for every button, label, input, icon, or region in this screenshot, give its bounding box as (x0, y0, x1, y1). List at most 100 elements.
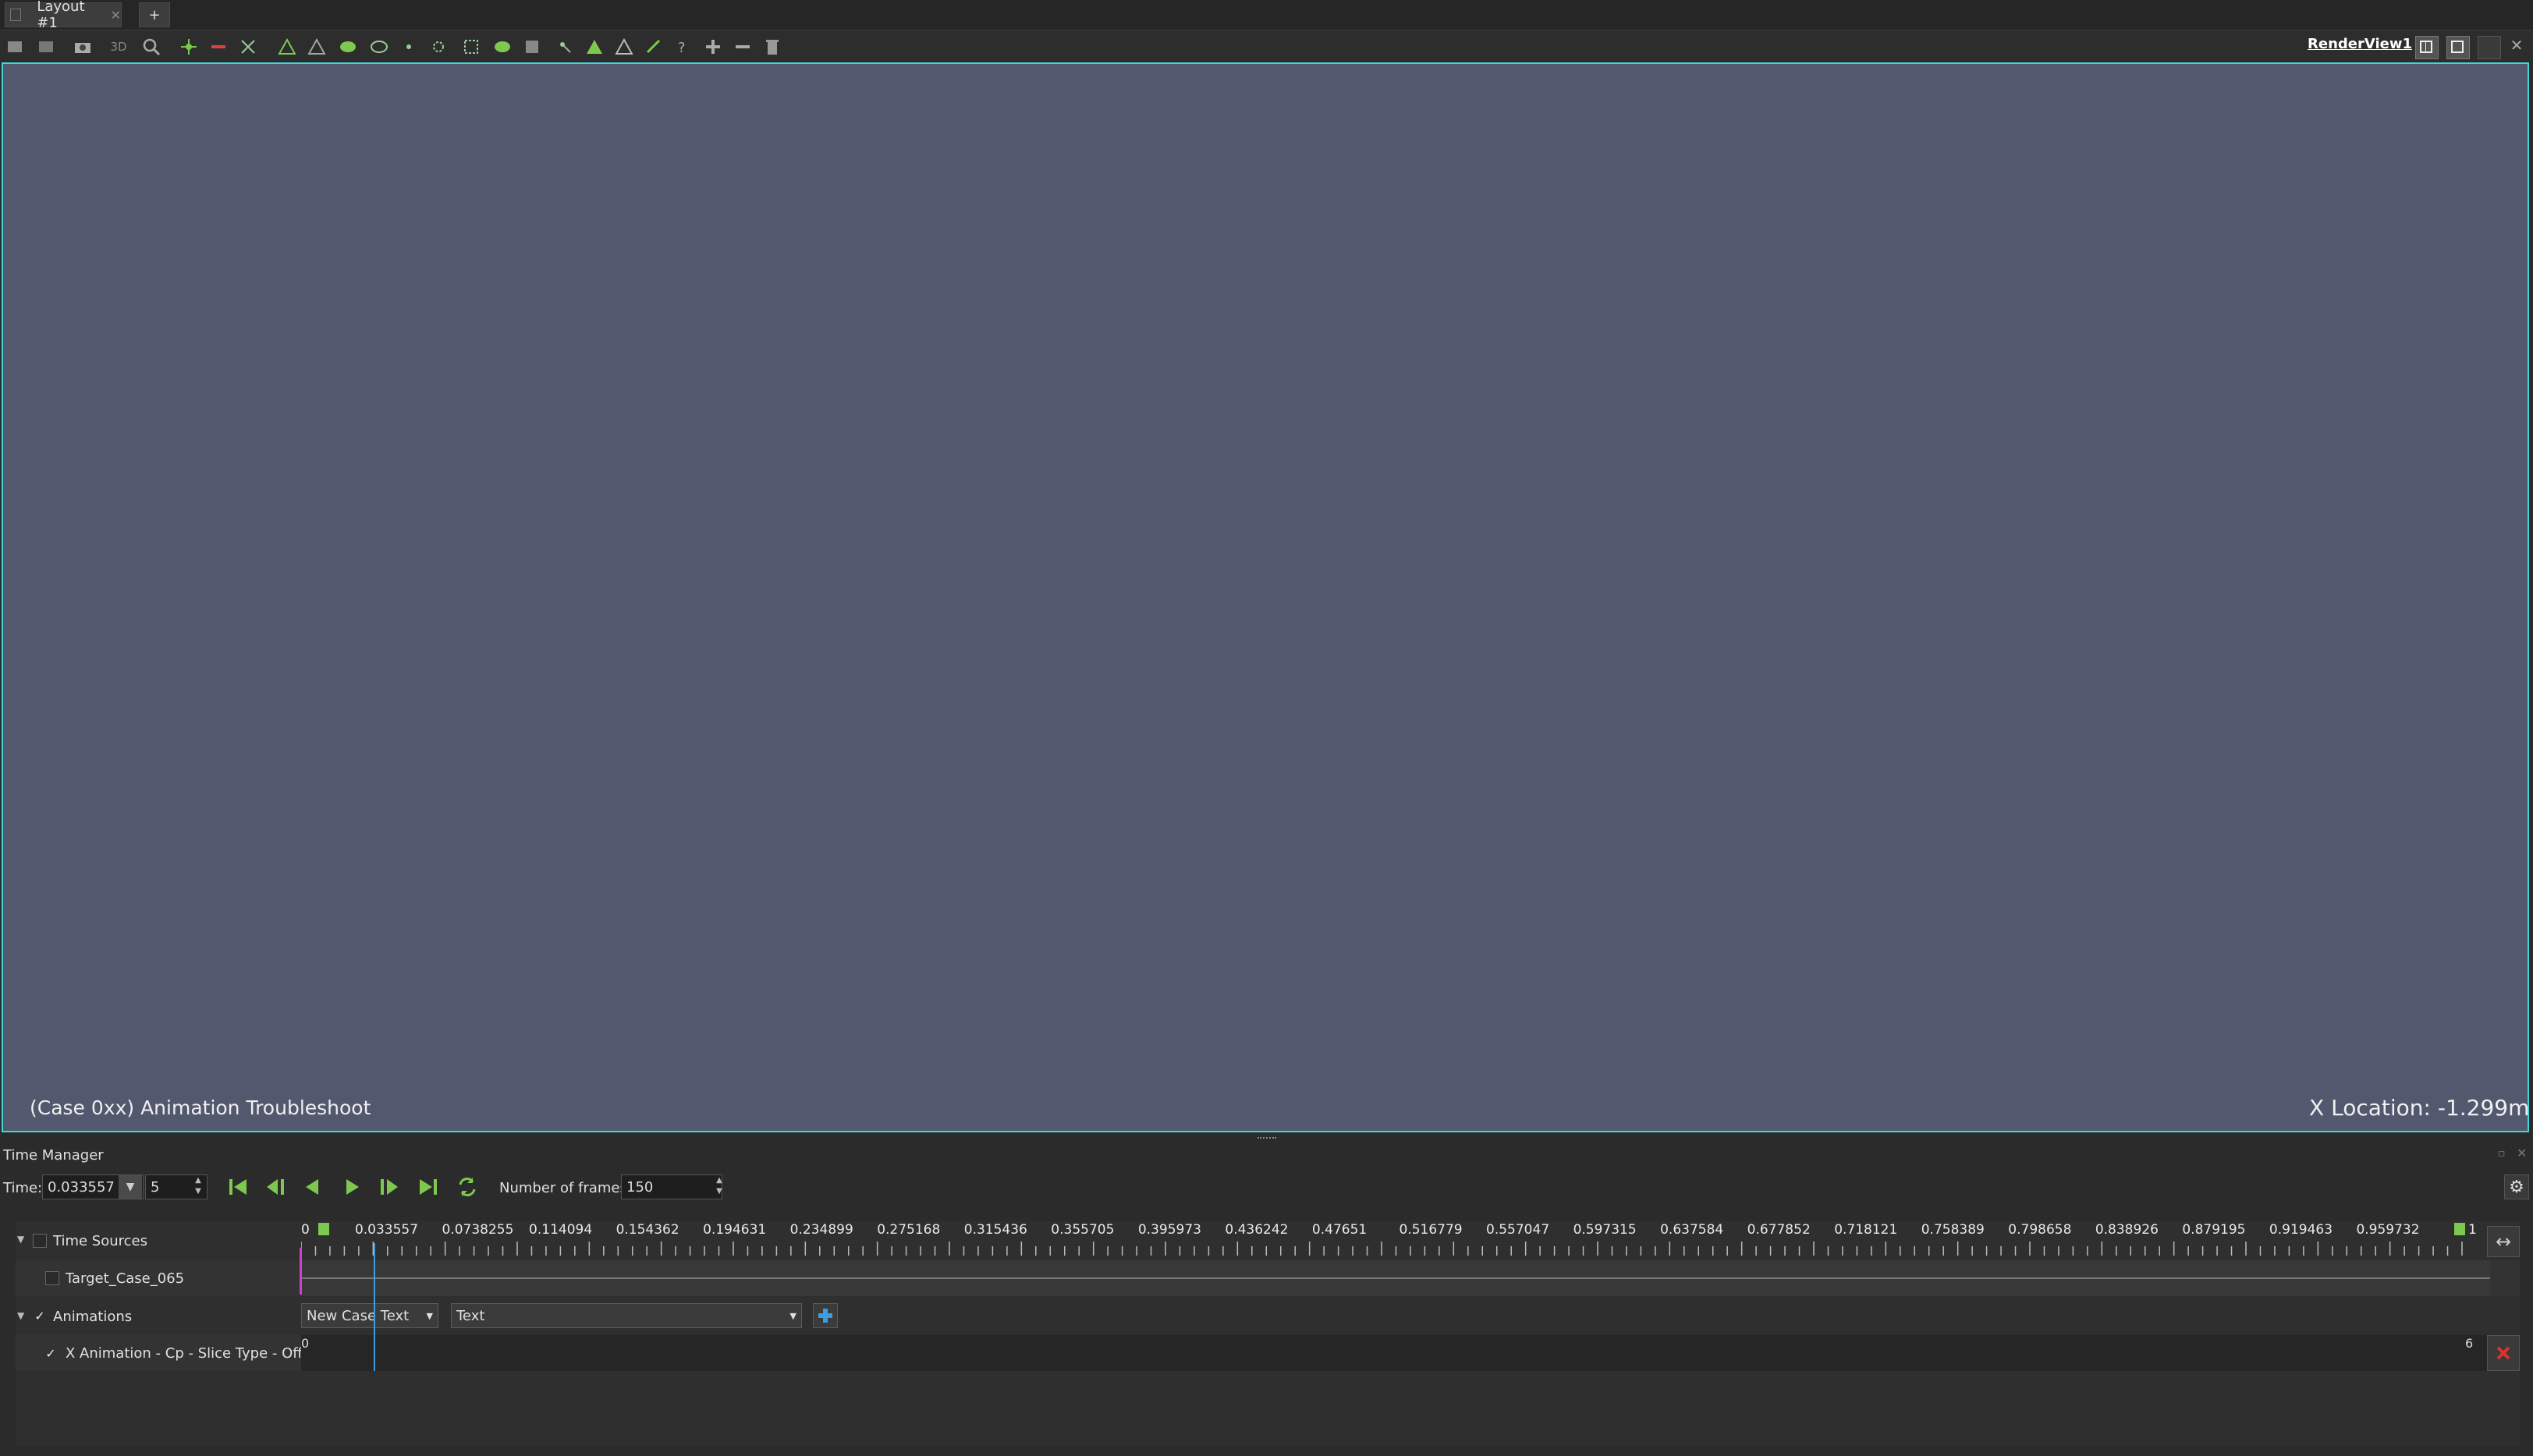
collapse-time-sources-icon[interactable]: ▼ (17, 1234, 24, 1245)
timeline-tick-label: 0.436242 (1225, 1222, 1289, 1238)
edge-selection-icon[interactable] (584, 36, 605, 58)
timeline-tick-label: 0.798658 (2008, 1222, 2072, 1238)
animation-track-label: X Animation - Cp - Slice Type - Offset (66, 1345, 325, 1362)
reverse-play-icon[interactable] (301, 1175, 325, 1202)
animations-label: Animations (53, 1309, 133, 1325)
first-frame-icon[interactable] (226, 1175, 250, 1202)
timeline-tick-label: 0.0738255 (442, 1222, 514, 1238)
current-time-cursor[interactable] (373, 1243, 375, 1371)
select-polygon-icon[interactable] (368, 36, 390, 58)
timeline-tick-label: 0.516779 (1399, 1222, 1463, 1238)
select-block-icon[interactable] (337, 36, 359, 58)
property-type-combo-value: Text (456, 1307, 485, 1324)
select-blocks-icon[interactable] (491, 36, 513, 58)
timeline-tick-label: 0.879195 (2182, 1222, 2246, 1238)
step-spinner-icon[interactable]: ▲ ▼ (190, 1175, 206, 1199)
subtract-selection-icon[interactable] (732, 36, 754, 58)
source-track-line (301, 1277, 2490, 1279)
interactive-select-icon[interactable] (398, 36, 420, 58)
frames-value: 150 (626, 1178, 654, 1196)
split-vertical-icon[interactable] (2446, 36, 2470, 59)
settings-gear-icon[interactable]: ⚙ (2504, 1174, 2529, 1199)
timeline-tick-label: 0.919463 (2269, 1222, 2333, 1238)
fit-timeline-icon[interactable]: ↔ (2487, 1226, 2520, 1257)
last-frame-icon[interactable] (417, 1175, 440, 1202)
x-location-text: X Location: -1.299m (2309, 1095, 2530, 1121)
render-view[interactable] (2, 62, 2529, 1132)
timeline-tick-label: 0.838926 (2095, 1222, 2159, 1238)
tab-label: Layout #1 (37, 0, 85, 31)
tab-bar (0, 0, 2533, 30)
select-cells-icon[interactable] (276, 36, 298, 58)
next-frame-icon[interactable] (378, 1175, 401, 1202)
add-animation-button[interactable] (813, 1303, 838, 1328)
timeline-tick-label: 0.033557 (354, 1222, 419, 1238)
timeline-tick-label: 0.355705 (1051, 1222, 1115, 1238)
extract-selection-icon[interactable] (521, 36, 543, 58)
deselect-icon[interactable] (208, 36, 229, 58)
timeline-tick-label: 1 (2468, 1222, 2477, 1238)
new-case-combo[interactable]: New Case Text ▼ (301, 1303, 438, 1328)
hover-points-icon[interactable] (427, 36, 449, 58)
point-selection-icon[interactable] (643, 36, 665, 58)
loop-icon[interactable] (456, 1175, 479, 1202)
timeline-tick-label: 0.718121 (1834, 1222, 1898, 1238)
time-manager-title: Time Manager (3, 1147, 104, 1164)
property-type-combo[interactable]: Text ▼ (451, 1303, 802, 1328)
close-view-icon[interactable]: ✕ (2506, 36, 2528, 58)
add-selection-icon[interactable] (702, 36, 724, 58)
reset-camera-closest-icon[interactable] (36, 36, 58, 58)
delete-x-icon (2496, 1346, 2510, 1360)
target-case-checkbox[interactable] (45, 1271, 59, 1285)
camera-capture-icon[interactable] (72, 36, 94, 58)
number-of-frames-input[interactable]: 150 (621, 1174, 722, 1199)
play-icon[interactable] (340, 1175, 364, 1202)
float-panel-icon[interactable]: ▫ (2498, 1147, 2506, 1160)
split-horizontal-icon[interactable] (2415, 36, 2439, 59)
timeline-tick-label: 0.959732 (2356, 1222, 2420, 1238)
track-end-value: 6 (2465, 1336, 2474, 1351)
delete-track-button[interactable] (2487, 1335, 2520, 1371)
layout-icon (10, 9, 22, 21)
timeline-tick-label: 0.275168 (877, 1222, 941, 1238)
add-tab-button[interactable]: + (139, 2, 170, 27)
time-sources-checkbox[interactable] (33, 1234, 47, 1248)
grow-selection-icon[interactable] (237, 36, 259, 58)
timeline-tick-label: 0.557047 (1486, 1222, 1550, 1238)
select-points-on-icon[interactable] (306, 36, 328, 58)
dropdown-arrow-icon: ▼ (426, 1310, 433, 1321)
time-dropdown-arrow-icon[interactable]: ▼ (119, 1175, 142, 1199)
time-value: 0.033557 (48, 1178, 115, 1196)
zoom-to-box-icon[interactable] (140, 36, 162, 58)
timeline-tick-label: 0 (301, 1222, 310, 1238)
animations-checkbox[interactable]: ✓ (33, 1309, 47, 1323)
close-tab-icon[interactable]: ✕ (111, 8, 121, 23)
select-frustum-icon[interactable] (460, 36, 482, 58)
pick-center-icon[interactable] (554, 36, 576, 58)
query-selection-icon[interactable]: ? (672, 36, 694, 58)
frames-spinner-icon[interactable]: ▲ ▼ (711, 1175, 727, 1199)
render-view-name[interactable]: RenderView1 (2308, 36, 2412, 52)
bottom-strip (16, 1446, 2520, 1456)
maximize-icon[interactable] (2478, 36, 2501, 59)
start-lock-icon[interactable] (318, 1223, 329, 1235)
collapse-animations-icon[interactable]: ▼ (17, 1310, 24, 1321)
close-panel-icon[interactable]: ✕ (2517, 1146, 2527, 1160)
end-lock-icon[interactable] (2454, 1223, 2465, 1235)
previous-frame-icon[interactable] (264, 1175, 287, 1202)
timeline-tick-label: 0.637584 (1660, 1222, 1724, 1238)
animation-track-checkbox[interactable]: ✓ (44, 1346, 58, 1361)
clear-selection-icon[interactable] (761, 36, 783, 58)
add-plus-icon (818, 1309, 832, 1323)
timeline-tick-label: 0.597315 (1573, 1222, 1637, 1238)
tab-layout-1[interactable]: Layout #1 ✕ (5, 0, 122, 31)
timeline-tick-label: 0.315436 (963, 1222, 1027, 1238)
start-time-marker (300, 1248, 302, 1295)
reset-camera-icon[interactable] (5, 36, 27, 58)
face-selection-icon[interactable] (613, 36, 635, 58)
animation-track[interactable] (301, 1335, 2490, 1371)
time-source-item: Target_Case_065 (66, 1270, 185, 1287)
view-3d-toggle[interactable]: 3D (108, 36, 129, 58)
select-points-icon[interactable] (178, 36, 200, 58)
timeline-tick-label: 0.154362 (616, 1222, 679, 1238)
